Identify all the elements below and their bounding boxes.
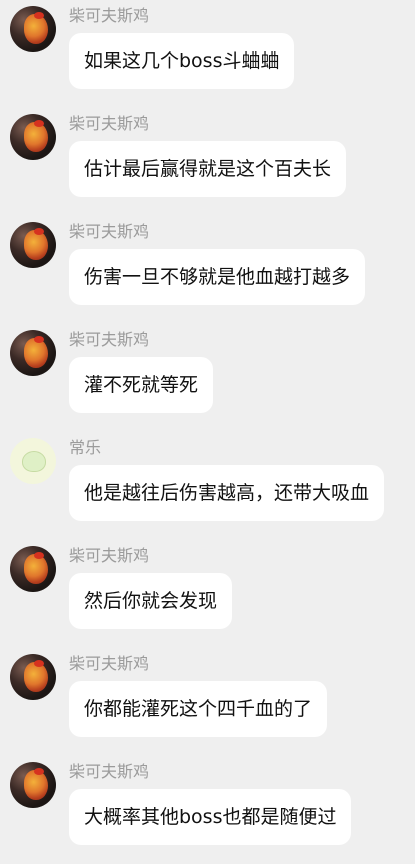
chicken-avatar[interactable] [10, 330, 56, 376]
sender-name: 柴可夫斯鸡 [69, 762, 150, 781]
sender-name: 柴可夫斯鸡 [69, 114, 150, 133]
cat-face-icon [22, 451, 46, 472]
message-bubble[interactable]: 然后你就会发现 [69, 573, 233, 629]
message-bubble[interactable]: 如果这几个boss斗蛐蛐 [69, 33, 295, 89]
chicken-avatar[interactable] [10, 546, 56, 592]
sender-name: 常乐 [69, 438, 102, 457]
chat-message: 柴可夫斯鸡 你都能灌死这个四千血的了 [0, 648, 415, 756]
chicken-avatar[interactable] [10, 654, 56, 700]
message-bubble[interactable]: 灌不死就等死 [69, 357, 214, 413]
chat-message: 柴可夫斯鸡 估计最后赢得就是这个百夫长 [0, 108, 415, 216]
chat-message: 常乐 他是越往后伤害越高，还带大吸血 [0, 432, 415, 540]
cat-avatar[interactable] [10, 438, 56, 484]
chat-message-list[interactable]: 柴可夫斯鸡 如果这几个boss斗蛐蛐 柴可夫斯鸡 估计最后赢得就是这个百夫长 柴… [0, 0, 415, 862]
chat-message: 柴可夫斯鸡 灌不死就等死 [0, 324, 415, 432]
chicken-avatar[interactable] [10, 222, 56, 268]
message-bubble[interactable]: 他是越往后伤害越高，还带大吸血 [69, 465, 385, 521]
chat-message: 柴可夫斯鸡 然后你就会发现 [0, 540, 415, 648]
chicken-avatar[interactable] [10, 114, 56, 160]
chat-message: 柴可夫斯鸡 伤害一旦不够就是他血越打越多 [0, 216, 415, 324]
chicken-avatar[interactable] [10, 6, 56, 52]
sender-name: 柴可夫斯鸡 [69, 330, 150, 349]
chicken-avatar[interactable] [10, 762, 56, 808]
message-bubble[interactable]: 大概率其他boss也都是随便过 [69, 789, 352, 845]
message-bubble[interactable]: 估计最后赢得就是这个百夫长 [69, 141, 347, 197]
chat-message: 柴可夫斯鸡 大概率其他boss也都是随便过 [0, 756, 415, 864]
chat-message: 柴可夫斯鸡 如果这几个boss斗蛐蛐 [0, 0, 415, 108]
message-bubble[interactable]: 你都能灌死这个四千血的了 [69, 681, 328, 737]
sender-name: 柴可夫斯鸡 [69, 6, 150, 25]
message-bubble[interactable]: 伤害一旦不够就是他血越打越多 [69, 249, 366, 305]
sender-name: 柴可夫斯鸡 [69, 222, 150, 241]
sender-name: 柴可夫斯鸡 [69, 654, 150, 673]
sender-name: 柴可夫斯鸡 [69, 546, 150, 565]
